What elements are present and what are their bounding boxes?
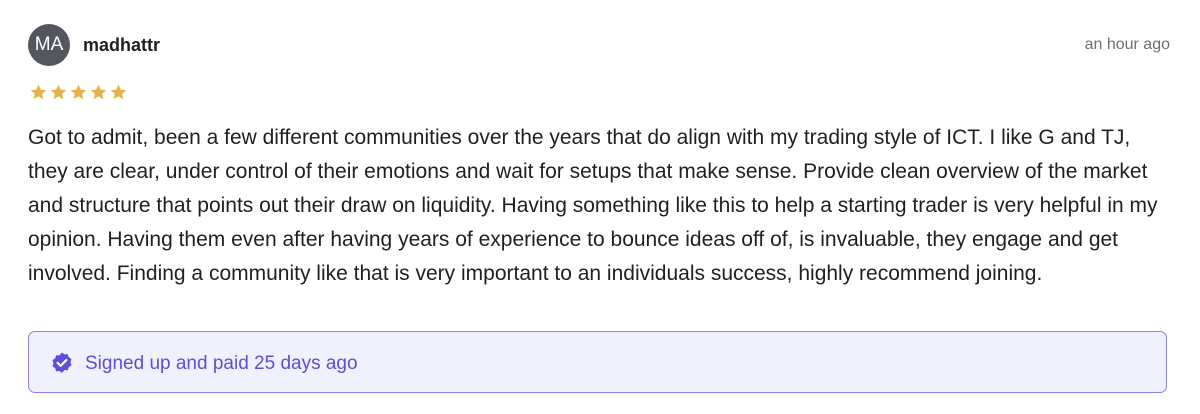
purchase-verification-banner: Signed up and paid 25 days ago — [28, 331, 1167, 393]
star-rating — [29, 83, 128, 103]
review-body: Got to admit, been a few different commu… — [28, 126, 1158, 285]
star-icon — [90, 84, 107, 100]
review-card: MA madhattr an hour ago Got to admit, be… — [0, 0, 1200, 414]
star-icon — [70, 84, 87, 100]
star-icon — [110, 84, 127, 100]
star-icon — [30, 84, 47, 100]
review-header: MA madhattr an hour ago — [28, 24, 1170, 66]
username[interactable]: madhattr — [83, 34, 160, 56]
verified-badge-icon — [52, 352, 72, 373]
avatar[interactable]: MA — [28, 24, 70, 66]
purchase-status-text: Signed up and paid 25 days ago — [85, 353, 358, 374]
review-timestamp: an hour ago — [1084, 36, 1170, 53]
star-icon — [50, 84, 67, 100]
